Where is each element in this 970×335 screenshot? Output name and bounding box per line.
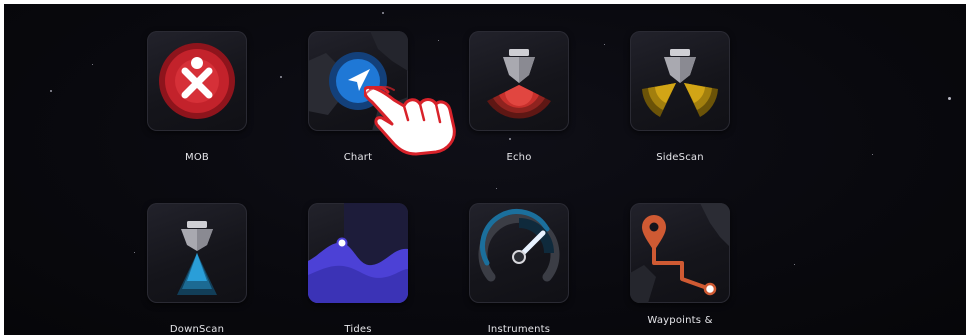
instruments-tile[interactable] [469, 203, 569, 303]
app-label: Tides [344, 324, 372, 335]
background-star [50, 90, 52, 92]
app-label: SideScan [656, 152, 704, 163]
downscan-sonar-icon [177, 221, 217, 295]
background-star [604, 44, 605, 45]
echo-sonar-icon [487, 49, 551, 119]
background-star [794, 264, 795, 265]
background-star [872, 154, 873, 155]
app-label: DownScan [169, 324, 225, 335]
home-screen: MOB Chart Echo SideScan DownScan Tides I… [4, 4, 966, 335]
app-label: Instruments [487, 324, 551, 335]
pointing-hand-icon [364, 86, 456, 156]
sidescan-tile[interactable] [630, 31, 730, 131]
background-star [948, 97, 951, 100]
app-label: Waypoints & [647, 315, 713, 326]
tides-wave-icon [308, 203, 408, 303]
mob-icon [159, 43, 235, 119]
mob-tile[interactable] [147, 31, 247, 131]
sidescan-sonar-icon [642, 49, 718, 117]
echo-tile[interactable] [469, 31, 569, 131]
tides-tile[interactable] [308, 203, 408, 303]
background-star [382, 12, 384, 14]
background-star [92, 64, 93, 65]
app-label: Echo [506, 152, 532, 163]
background-star [280, 76, 282, 78]
background-star [438, 40, 439, 41]
background-star [496, 188, 497, 189]
app-label: MOB [185, 152, 209, 163]
waypoint-route-icon [630, 203, 730, 303]
background-star [134, 252, 135, 253]
downscan-tile[interactable] [147, 203, 247, 303]
background-star [509, 138, 511, 140]
speedometer-icon [478, 209, 560, 282]
waypoints-tile[interactable] [630, 203, 730, 303]
